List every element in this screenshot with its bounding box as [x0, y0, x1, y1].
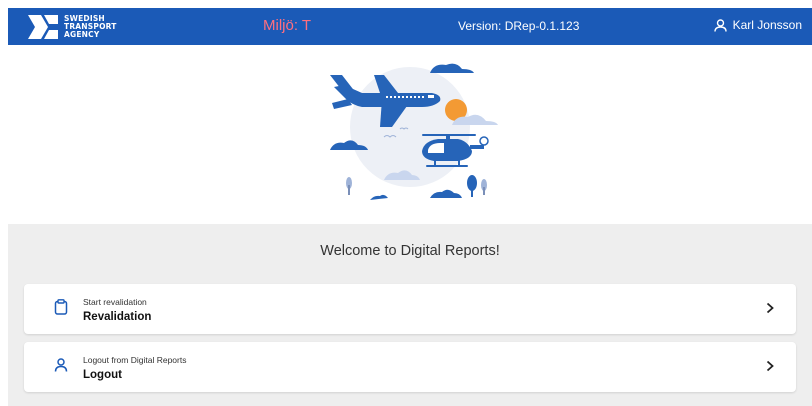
agency-logo-text: SWEDISH TRANSPORT AGENCY	[64, 13, 117, 39]
chevron-right-icon	[766, 360, 774, 372]
main-panel: Welcome to Digital Reports! Start revali…	[8, 224, 812, 406]
welcome-heading: Welcome to Digital Reports!	[320, 243, 500, 259]
revalidation-subtitle: Start revalidation	[83, 297, 147, 307]
chevron-right-icon	[766, 302, 774, 314]
revalidation-card[interactable]: Start revalidation Revalidation	[24, 284, 796, 334]
agency-logo-icon	[28, 14, 58, 39]
aviation-illustration	[330, 63, 498, 200]
user-icon	[713, 18, 727, 32]
agency-logo[interactable]: SWEDISH TRANSPORT AGENCY	[28, 13, 117, 40]
clipboard-icon	[54, 299, 68, 315]
user-name: Karl Jonsson	[732, 18, 802, 32]
logout-subtitle: Logout from Digital Reports	[83, 355, 187, 365]
user-menu[interactable]: Karl Jonsson	[713, 18, 802, 32]
environment-label: Miljö: T	[263, 17, 312, 34]
top-bar: SWEDISH TRANSPORT AGENCY Miljö: T Versio…	[8, 8, 812, 45]
logout-card[interactable]: Logout from Digital Reports Logout	[24, 342, 796, 392]
logout-title: Logout	[83, 369, 122, 381]
revalidation-title: Revalidation	[83, 311, 152, 323]
user-icon	[54, 358, 68, 372]
version-label: Version: DRep-0.1.123	[458, 19, 580, 33]
